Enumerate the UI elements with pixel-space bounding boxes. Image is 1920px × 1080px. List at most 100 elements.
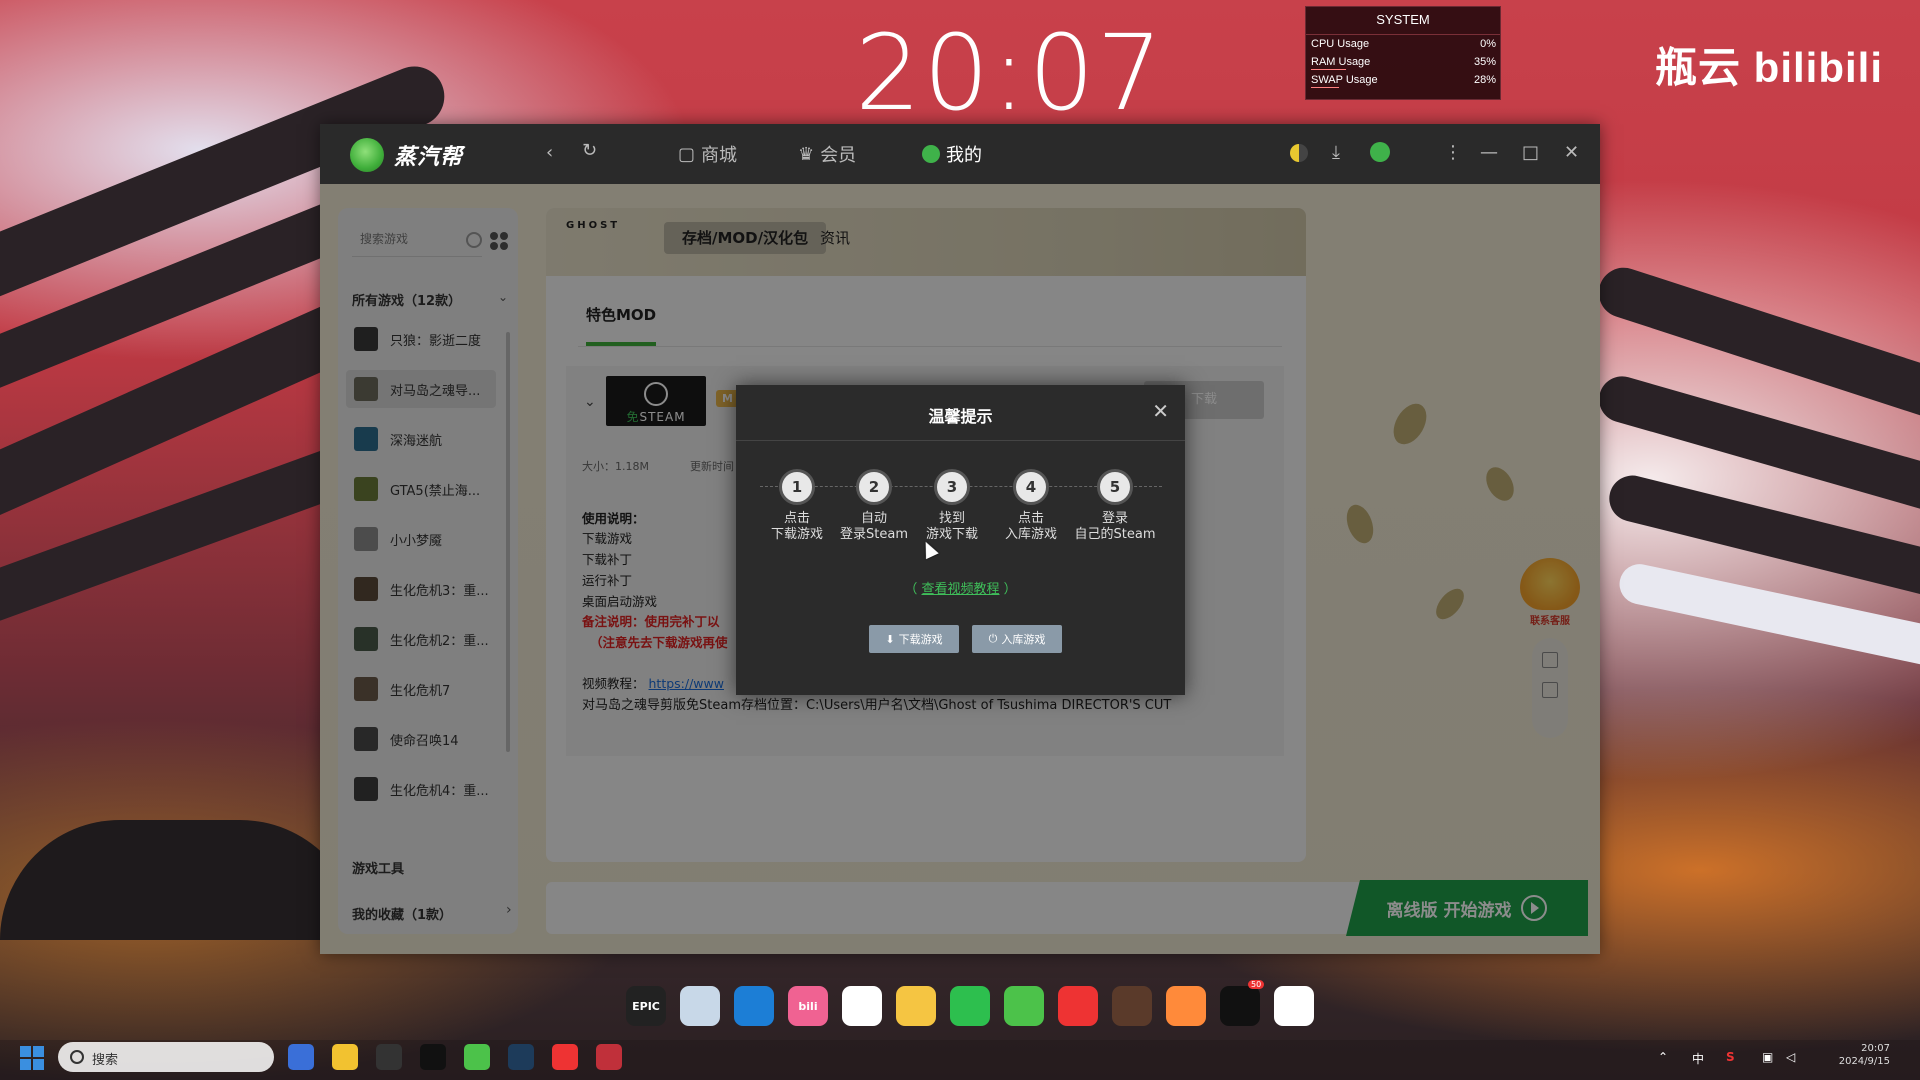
game-app-icon[interactable] xyxy=(376,1044,402,1070)
import-game-label: 入库游戏 xyxy=(1001,633,1046,646)
cpu-usage-value: 0% xyxy=(1480,38,1496,50)
step-line1: 点击 xyxy=(1017,511,1044,526)
tip-dialog: 温馨提示 ✕ 1 点击下载游戏 2 自动 登录Steam 3 找到 游戏下载 4 点… xyxy=(736,385,1185,695)
taskbar-search[interactable]: 搜索 xyxy=(58,1042,274,1072)
ime-indicator[interactable]: 中 xyxy=(1692,1050,1704,1067)
user-avatar-icon xyxy=(922,145,940,163)
epic-games-icon[interactable]: EPIC xyxy=(626,986,666,1026)
edge-icon[interactable] xyxy=(734,986,774,1026)
download-game-button[interactable]: ⬇ 下载游戏 xyxy=(869,625,959,653)
system-row-cpu: CPU Usage 0% xyxy=(1306,35,1500,53)
steam-taskbar-icon[interactable] xyxy=(508,1044,534,1070)
taskbar-search-placeholder: 搜索 xyxy=(92,1053,119,1068)
download-game-label: 下载游戏 xyxy=(898,633,943,646)
system-monitor-widget: SYSTEM CPU Usage 0% RAM Usage 35% SWAP U… xyxy=(1305,6,1501,100)
ram-usage-label: RAM Usage xyxy=(1311,56,1371,68)
import-power-icon: ⏻ xyxy=(988,632,998,645)
dialog-title: 温馨提示 xyxy=(928,407,993,426)
step-line1: 登录 xyxy=(1101,511,1128,526)
game-launcher-icon[interactable] xyxy=(1112,986,1152,1026)
system-row-swap: SWAP Usage 28% xyxy=(1306,71,1500,89)
system-monitor-title: SYSTEM xyxy=(1306,7,1500,35)
nav-store-label: 商城 xyxy=(701,145,738,166)
nav-member[interactable]: ♛ 会员 xyxy=(798,141,856,167)
taskbar-date: 2024/9/15 xyxy=(1838,1056,1890,1067)
tiktok-taskbar-icon[interactable] xyxy=(420,1044,446,1070)
cpu-usage-label: CPU Usage xyxy=(1311,38,1370,50)
netease-music-taskbar-icon[interactable] xyxy=(552,1044,578,1070)
back-arrow-icon[interactable]: ‹ xyxy=(546,142,553,163)
swap-usage-value: 28% xyxy=(1473,74,1496,86)
feishu-icon[interactable] xyxy=(288,1044,314,1070)
ram-usage-value: 35% xyxy=(1473,56,1496,68)
maximize-icon[interactable]: □ xyxy=(1522,142,1539,163)
file-explorer-icon[interactable] xyxy=(332,1044,358,1070)
taskbar-clock[interactable]: 20:07 2024/9/15 xyxy=(1820,1042,1890,1068)
steam-helper-taskbar-icon[interactable] xyxy=(464,1044,490,1070)
nav-mine[interactable]: 我的 xyxy=(922,141,982,167)
bilibili-icon[interactable]: bili xyxy=(788,986,828,1026)
step-5: 5 登录 自己的Steam xyxy=(1070,469,1160,543)
search-icon xyxy=(70,1050,84,1064)
windows-start-icon[interactable] xyxy=(20,1046,44,1070)
step-number: 2 xyxy=(856,469,892,505)
network-icon[interactable]: ▣ xyxy=(1762,1050,1773,1064)
wechat-icon[interactable] xyxy=(950,986,990,1026)
nav-store[interactable]: ▢ 商城 xyxy=(678,141,737,167)
system-row-ram: RAM Usage 35% xyxy=(1306,53,1500,71)
sogou-icon[interactable]: S xyxy=(1726,1050,1735,1064)
app-titlebar: 蒸汽帮 ‹ ↻ ▢ 商城 ♛ 会员 我的 ⤓ ⋮ — □ ✕ xyxy=(320,124,1600,184)
baidu-netdisk-icon[interactable] xyxy=(1274,986,1314,1026)
step-number: 4 xyxy=(1013,469,1049,505)
taskbar-time: 20:07 xyxy=(1861,1043,1890,1054)
step-line2: 自己的Steam xyxy=(1074,527,1156,542)
steam-helper-icon[interactable] xyxy=(1004,986,1044,1026)
more-menu-icon[interactable]: ⋮ xyxy=(1444,142,1462,163)
swap-usage-bar xyxy=(1311,87,1339,88)
netease-music-icon[interactable] xyxy=(1058,986,1098,1026)
nav-member-label: 会员 xyxy=(820,145,857,166)
dialog-divider xyxy=(736,440,1185,441)
close-window-icon[interactable]: ✕ xyxy=(1564,142,1579,163)
qq-icon[interactable] xyxy=(842,986,882,1026)
app-name: 蒸汽帮 xyxy=(394,145,464,170)
video-tutorial-text: 查看视频教程 xyxy=(921,582,1000,597)
theme-toggle-icon[interactable] xyxy=(1290,144,1308,162)
step-line1: 找到 xyxy=(938,511,965,526)
folder-icon[interactable] xyxy=(896,986,936,1026)
download-circle-icon: ⬇ xyxy=(885,632,895,646)
step-number: 1 xyxy=(779,469,815,505)
step-number: 3 xyxy=(934,469,970,505)
tray-chevron-icon[interactable]: ⌃ xyxy=(1658,1050,1668,1064)
step-2: 2 自动 登录Steam xyxy=(829,469,919,543)
bilibili-watermark: 瓶云 bilibili xyxy=(1655,44,1883,91)
step-line2: 游戏下载 xyxy=(925,527,978,542)
nav-mine-label: 我的 xyxy=(946,145,982,166)
step-line2: 入库游戏 xyxy=(1004,527,1057,542)
step-number: 5 xyxy=(1097,469,1133,505)
store-bag-icon: ▢ xyxy=(678,143,696,165)
step-line1: 自动 xyxy=(860,511,887,526)
tiktok-icon[interactable] xyxy=(1220,986,1260,1026)
swap-usage-label: SWAP Usage xyxy=(1311,74,1378,86)
wallpaper-hill xyxy=(0,820,360,940)
download-icon[interactable]: ⤓ xyxy=(1332,142,1340,163)
profile-avatar-icon[interactable] xyxy=(1370,142,1390,162)
step-3: 3 找到 游戏下载 xyxy=(907,469,997,543)
close-icon[interactable]: ✕ xyxy=(1152,399,1169,423)
app-logo-icon xyxy=(350,138,384,172)
crown-icon: ♛ xyxy=(798,143,815,165)
ram-usage-bar xyxy=(1311,69,1346,70)
step-4: 4 点击 入库游戏 xyxy=(986,469,1076,543)
notification-badge: 50 xyxy=(1248,980,1265,989)
desktop-clock: 20:07 xyxy=(855,12,1165,134)
recycle-bin-icon[interactable] xyxy=(680,986,720,1026)
refresh-icon[interactable]: ↻ xyxy=(582,140,597,161)
import-game-button[interactable]: ⏻ 入库游戏 xyxy=(972,625,1062,653)
step-line2: 登录Steam xyxy=(840,527,908,542)
adobe-taskbar-icon[interactable] xyxy=(596,1044,622,1070)
video-tutorial-button[interactable]: （ 查看视频教程 ） xyxy=(736,578,1185,597)
arc-app-icon[interactable] xyxy=(1166,986,1206,1026)
minimize-icon[interactable]: — xyxy=(1480,142,1498,163)
volume-icon[interactable]: ◁ xyxy=(1786,1050,1795,1064)
